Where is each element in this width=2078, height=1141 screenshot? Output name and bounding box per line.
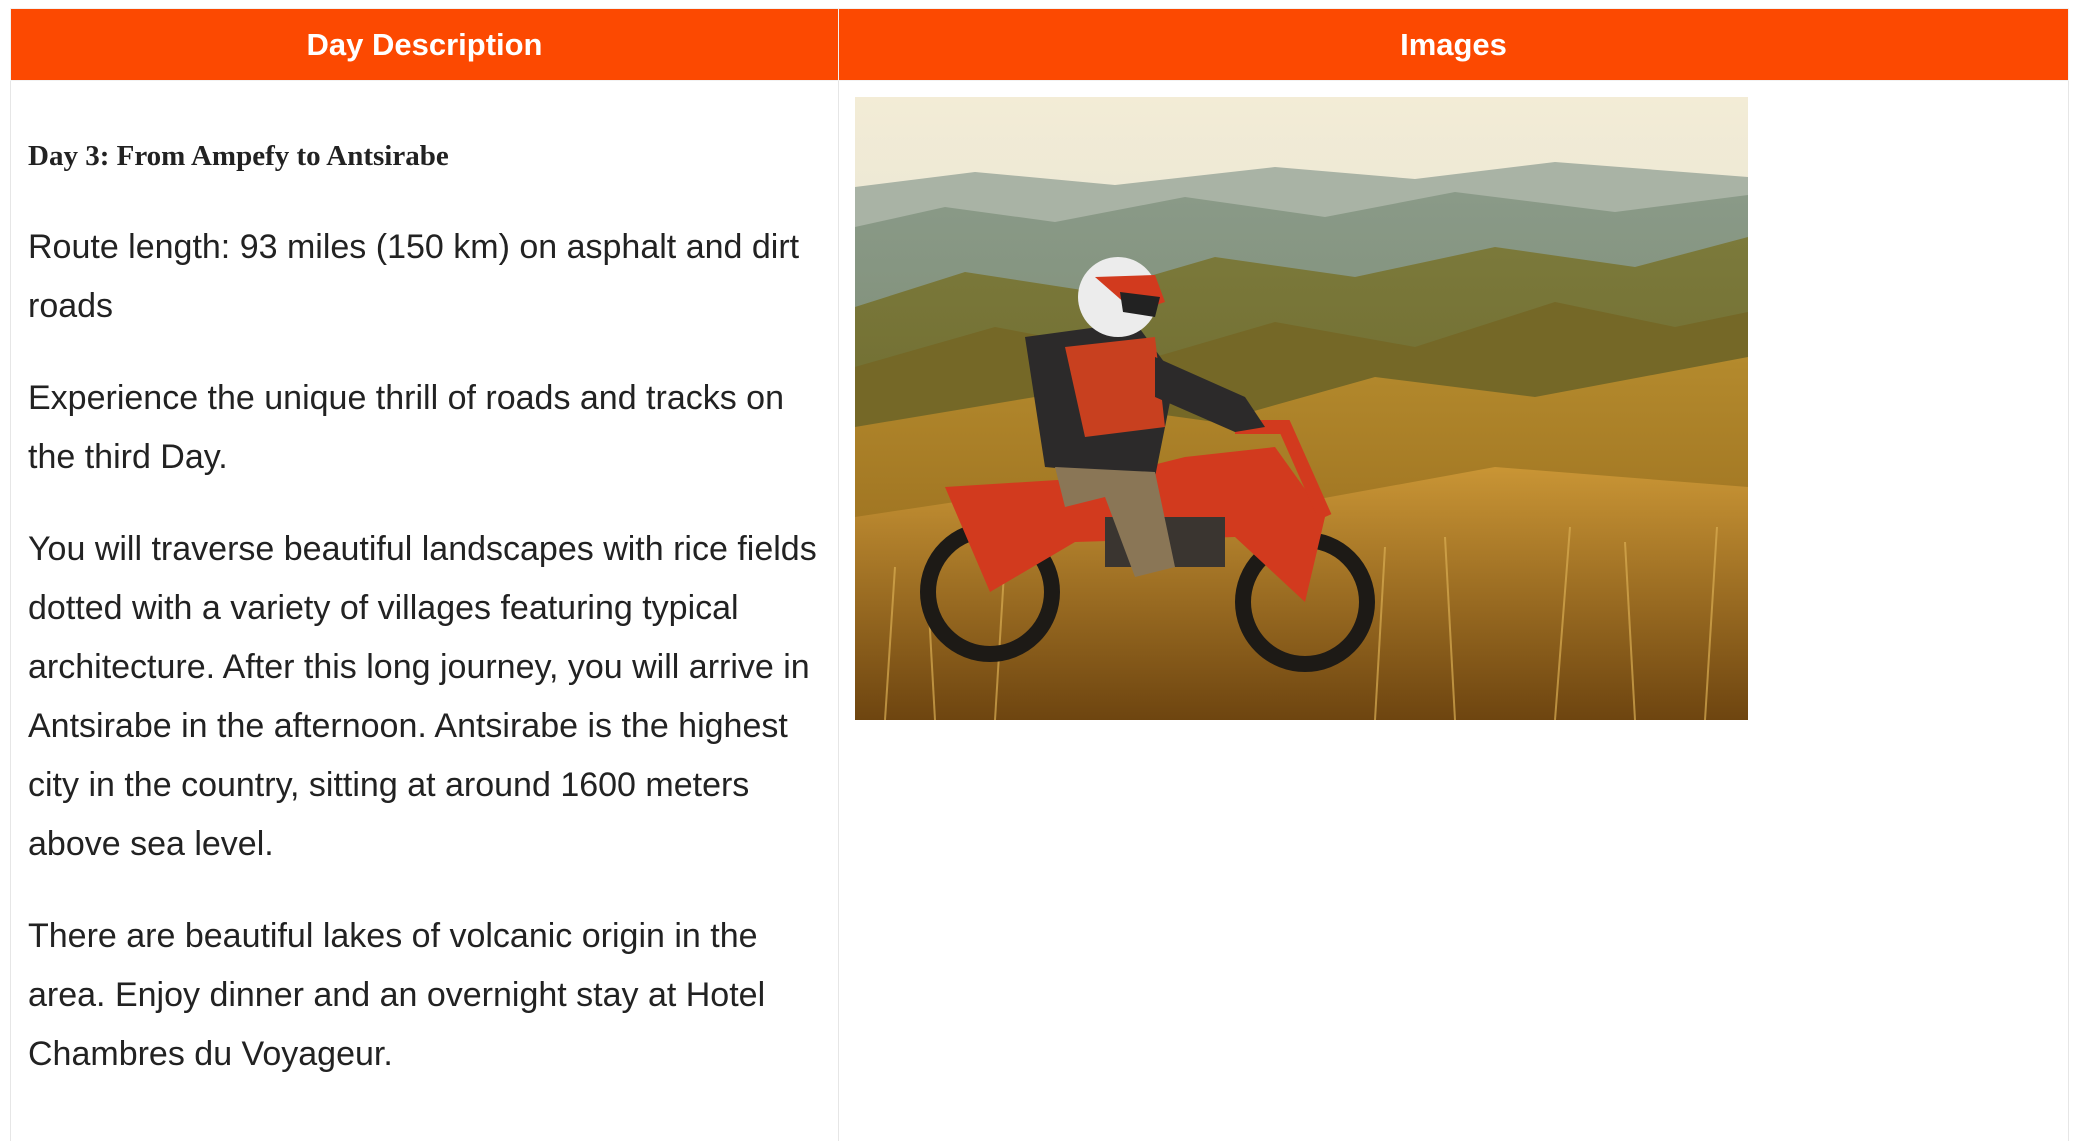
description-cell: Day 3: From Ampefy to Antsirabe Route le… xyxy=(11,81,839,1141)
header-images: Images xyxy=(839,9,2069,81)
landscape-text: You will traverse beautiful landscapes w… xyxy=(28,520,822,874)
table-header-row: Day Description Images xyxy=(11,9,2069,81)
route-length-text: Route length: 93 miles (150 km) on aspha… xyxy=(28,218,822,336)
day-description: Day 3: From Ampefy to Antsirabe Route le… xyxy=(11,81,838,1084)
day-title: Day 3: From Ampefy to Antsirabe xyxy=(28,139,822,174)
motorbike-landscape-photo xyxy=(855,97,1748,720)
header-day-description: Day Description xyxy=(11,9,839,81)
overnight-text: There are beautiful lakes of volcanic or… xyxy=(28,907,822,1084)
image-cell xyxy=(839,81,2069,1141)
intro-text: Experience the unique thrill of roads an… xyxy=(28,369,822,487)
itinerary-table: Day Description Images Day 3: From Ampef… xyxy=(10,8,2069,1141)
table-row: Day 3: From Ampefy to Antsirabe Route le… xyxy=(11,81,2069,1141)
